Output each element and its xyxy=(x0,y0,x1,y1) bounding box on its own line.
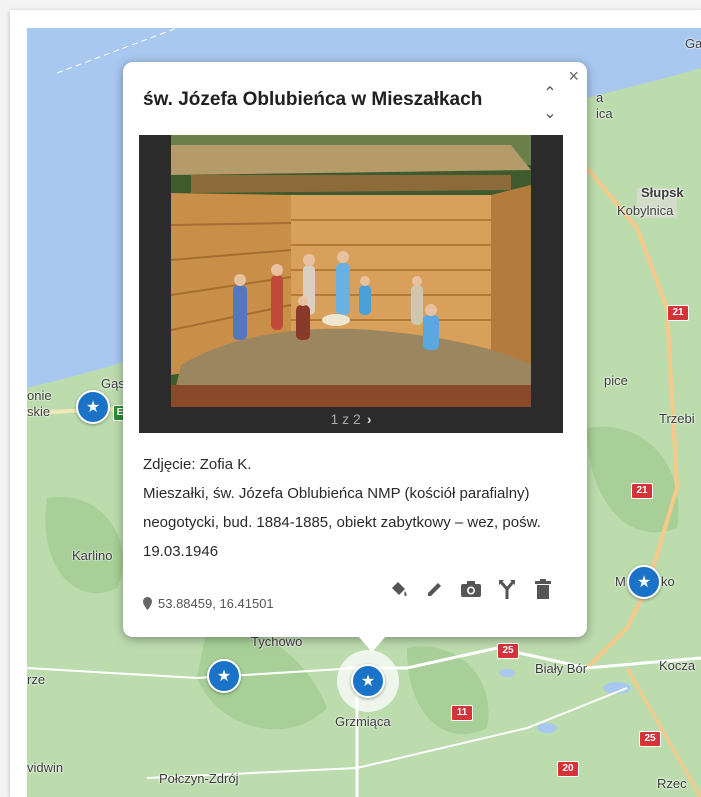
map-label-kocza: Kocza xyxy=(659,658,696,673)
map-label-polczyn: Połczyn-Zdrój xyxy=(159,771,239,786)
location-pin-icon xyxy=(143,597,152,613)
photo-gallery: 1 z 2 › xyxy=(139,135,563,433)
road-shield-11: 11 xyxy=(451,705,473,721)
road-shield-21: 21 xyxy=(667,305,689,321)
chevron-up-icon[interactable]: ⌃ xyxy=(539,84,561,104)
map-label-m: M xyxy=(615,574,626,589)
route-icon[interactable] xyxy=(496,578,518,600)
photo-pager: 1 z 2 › xyxy=(139,411,563,427)
popup-actions xyxy=(388,578,554,600)
selected-pin-halo: ★ xyxy=(337,650,399,712)
camera-icon[interactable] xyxy=(460,578,482,600)
map-label-slupsk: Słupsk xyxy=(641,185,684,200)
nativity-photo[interactable] xyxy=(171,135,531,407)
map-label-ga: Ga xyxy=(685,36,701,51)
map-label-a: a xyxy=(596,90,604,105)
map-label-pice: pice xyxy=(604,373,628,388)
popup-title: św. Józefa Oblubieńca w Mieszałkach xyxy=(143,89,483,110)
close-icon[interactable]: × xyxy=(568,66,579,87)
map-frame: Ga a ica Słupsk Kobylnica onie skie Gąsk… xyxy=(10,10,701,797)
map-label-ica: ica xyxy=(596,106,613,121)
map-label-bialy-bor: Biały Bór xyxy=(535,661,588,676)
map-label-kobylnica: Kobylnica xyxy=(617,203,674,218)
coordinates-text: 53.88459, 16.41501 xyxy=(158,596,274,611)
map-label-trzebi: Trzebi xyxy=(659,411,695,426)
pencil-icon[interactable] xyxy=(424,578,446,600)
selected-map-pin[interactable]: ★ xyxy=(351,664,385,698)
place-description: Mieszałki, św. Józefa Oblubieńca NMP (ko… xyxy=(143,485,541,560)
road-shield-25: 25 xyxy=(639,731,661,747)
road-shield-25: 25 xyxy=(497,643,519,659)
map-label-grzmiaca: Grzmiąca xyxy=(335,714,391,729)
coordinates: 53.88459, 16.41501 xyxy=(143,596,274,613)
map-label-karlino: Karlino xyxy=(72,548,113,563)
map-pin[interactable]: ★ xyxy=(627,565,661,599)
map-label-skie: skie xyxy=(27,404,51,419)
map-label-onie: onie xyxy=(27,388,52,403)
popup-tail xyxy=(358,636,386,652)
chevron-down-icon[interactable]: ⌄ xyxy=(539,104,561,124)
map-pin[interactable]: ★ xyxy=(207,659,241,693)
map-label-ko: ko xyxy=(661,574,675,589)
road-shield-21: 21 xyxy=(631,483,653,499)
map-label-rze: rze xyxy=(27,672,46,687)
map-label-vidwin: vidwin xyxy=(27,760,64,775)
trash-icon[interactable] xyxy=(532,578,554,600)
chevron-right-icon[interactable]: › xyxy=(367,411,372,427)
popup-scroll: ⌃ ⌄ xyxy=(539,84,561,124)
place-popup: × św. Józefa Oblubieńca w Mieszałkach ⌃ … xyxy=(123,62,587,637)
photo-credit: Zdjęcie: Zofia K. xyxy=(143,456,252,473)
road-shield-20: 20 xyxy=(557,761,579,777)
map-label-rzec: Rzec xyxy=(657,776,687,791)
paint-bucket-icon[interactable] xyxy=(388,578,410,600)
map-pin[interactable]: ★ xyxy=(76,390,110,424)
pager-text: 1 z 2 xyxy=(330,411,361,427)
popup-body: Zdjęcie: Zofia K. Mieszałki, św. Józefa … xyxy=(143,450,553,566)
